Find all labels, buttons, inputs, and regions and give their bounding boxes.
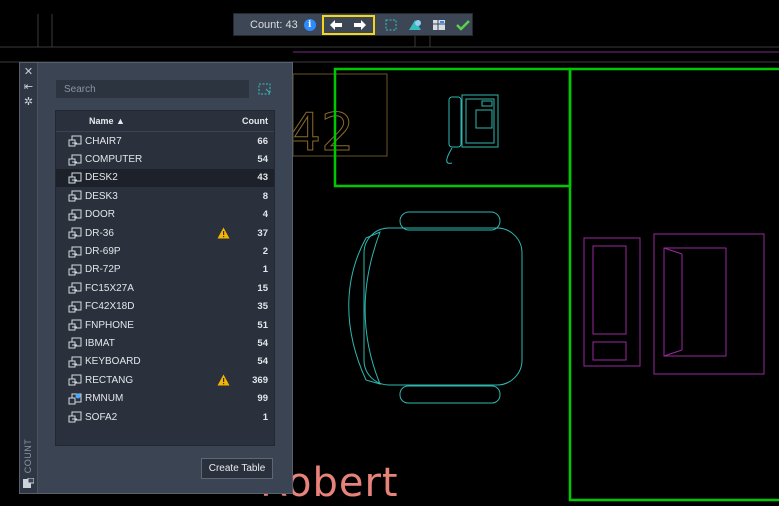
block-name: FNPHONE [85,319,134,331]
block-name: FC42X18D [85,301,135,313]
block-name: COMPUTER [85,154,143,166]
block-name: IBMAT [85,337,115,349]
count-label: Count: 43 [250,18,298,31]
list-item[interactable]: FC15X27A 15 [56,279,274,297]
desk-block-highlight[interactable] [333,67,572,188]
block-icon [68,374,82,386]
block-count-list[interactable]: Name ▲ Count CHAIR7 66 COMPUTER 54 DESK2 43 DE… [55,110,275,446]
block-count: 43 [257,172,268,184]
phone-symbol [446,94,499,164]
list-item[interactable]: FC42X18D 35 [56,298,274,316]
block-icon [68,393,82,405]
block-name: CHAIR7 [85,135,122,147]
block-count: 35 [257,301,268,313]
block-count: 15 [257,282,268,294]
list-item[interactable]: COMPUTER 54 [56,150,274,168]
block-count: 2 [262,246,268,258]
close-icon[interactable]: ✕ [23,67,34,78]
insert-table-icon[interactable] [431,17,447,33]
list-header: Name ▲ Count [56,111,274,132]
block-icon [68,154,82,166]
block-name: DR-69P [85,246,121,258]
list-item[interactable]: RMNUM 99 [56,389,274,407]
list-item[interactable]: KEYBOARD 54 [56,353,274,371]
create-table-button[interactable]: Create Table [201,458,273,479]
block-count: 369 [252,374,268,386]
block-icon [68,356,82,368]
zoom-selection-icon[interactable] [383,17,399,33]
block-count: 99 [257,393,268,405]
block-icon [68,209,82,221]
list-item[interactable]: DESK2 43 [56,168,274,188]
block-icon [68,301,82,313]
block-icon [68,337,82,349]
block-count: 54 [257,154,268,166]
block-icon [68,264,82,276]
name-column-header[interactable]: Name ▲ [89,116,242,126]
block-count: 66 [257,135,268,147]
block-name: DR-36 [85,227,114,239]
block-count: 54 [257,337,268,349]
block-icon [68,319,82,331]
arrow-right-icon[interactable] [352,17,368,33]
block-count: 1 [262,411,268,423]
palette-title: COUNT [23,438,33,474]
computer-symbol [583,233,765,375]
block-icon [68,135,82,147]
block-icon [68,227,82,239]
count-toolbar: Count: 43 i [233,13,473,36]
list-item[interactable]: CHAIR7 66 [56,132,274,150]
block-count: 51 [257,319,268,331]
block-icon [68,411,82,423]
replace-block-icon[interactable] [407,17,423,33]
block-name: RMNUM [85,393,124,405]
block-icon [68,282,82,294]
list-item[interactable]: FNPHONE 51 [56,316,274,334]
list-item[interactable]: SOFA2 1 [56,408,274,426]
warning-icon[interactable] [217,374,230,386]
autohide-icon[interactable]: ⇤ [23,82,34,93]
palette-title-bar[interactable]: ✕ ⇤ ✲ COUNT [20,63,38,493]
block-count: 54 [257,356,268,368]
navigation-group [321,14,375,35]
list-item[interactable]: IBMAT 54 [56,334,274,352]
properties-icon[interactable] [23,477,35,489]
count-column-header[interactable]: Count [242,116,268,126]
list-item[interactable]: DR-69P 2 [56,242,274,260]
block-name: DESK3 [85,190,118,202]
info-icon[interactable]: i [303,18,316,31]
check-icon[interactable] [455,17,471,33]
block-name: FC15X27A [85,282,134,294]
warning-icon[interactable] [217,227,230,239]
block-name: DR-72P [85,264,121,276]
room-number-text: 42 [288,103,354,163]
search-input[interactable] [56,80,249,98]
settings-icon[interactable]: ✲ [23,97,34,108]
block-count: 1 [262,264,268,276]
block-icon [68,172,82,184]
block-count: 4 [262,209,268,221]
block-name: DESK2 [85,172,118,184]
arrow-left-icon[interactable] [328,17,344,33]
block-count: 8 [262,190,268,202]
list-item[interactable]: DR-72P 1 [56,261,274,279]
list-item[interactable]: DR-36 37 [56,224,274,242]
block-name: KEYBOARD [85,356,141,368]
select-objects-icon[interactable] [257,81,273,97]
block-count: 37 [257,227,268,239]
block-name: SOFA2 [85,411,118,423]
list-item[interactable]: DESK3 8 [56,187,274,205]
list-rows: CHAIR7 66 COMPUTER 54 DESK2 43 DESK3 8 DOOR 4 DR-3… [56,132,274,426]
block-name: DOOR [85,209,115,221]
count-palette: ✕ ⇤ ✲ COUNT Name ▲ Count CHAIR7 66 COMPUTE… [19,62,293,494]
list-item[interactable]: RECTANG 369 [56,371,274,389]
block-icon [68,190,82,202]
chair-symbol [348,211,523,404]
block-icon [68,246,82,258]
desk-block-highlight[interactable] [568,67,779,502]
list-item[interactable]: DOOR 4 [56,206,274,224]
